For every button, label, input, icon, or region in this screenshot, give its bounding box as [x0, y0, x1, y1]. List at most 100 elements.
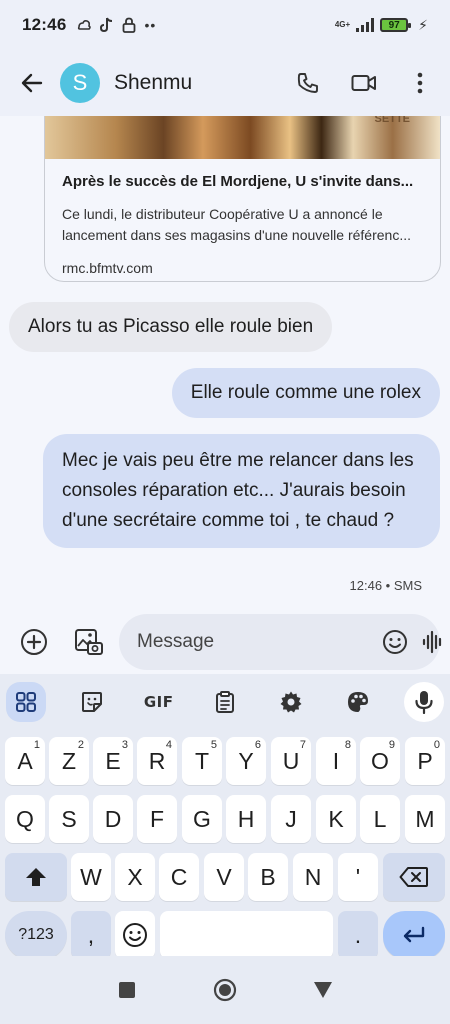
key-i[interactable]: I8 [316, 737, 356, 785]
message-bubble-outgoing[interactable]: Mec je vais peu être me relancer dans le… [43, 434, 440, 548]
keyboard-row-4: ?123 , . [0, 901, 450, 959]
key-c[interactable]: C [159, 853, 199, 901]
video-call-button[interactable] [348, 67, 380, 99]
call-button[interactable] [292, 67, 324, 99]
key-z[interactable]: Z2 [49, 737, 89, 785]
link-preview-card[interactable]: SETTE Après le succès de El Mordjene, U … [44, 116, 441, 282]
gallery-button[interactable] [71, 624, 107, 660]
voice-input-button[interactable] [403, 682, 444, 722]
period-key[interactable]: . [338, 911, 378, 959]
emoji-button[interactable] [382, 627, 408, 657]
battery-level: 97 [388, 19, 400, 31]
keyboard-row-3: W X C V B N ' [0, 844, 450, 901]
tiktok-icon [100, 17, 113, 33]
key-r[interactable]: R4 [137, 737, 177, 785]
lock-icon [123, 17, 136, 33]
add-circle-icon [21, 629, 47, 655]
keyboard-toolbar: GIF [0, 674, 450, 730]
key-n[interactable]: N [293, 853, 333, 901]
settings-button[interactable] [271, 682, 311, 722]
key-f[interactable]: F [137, 795, 177, 843]
waveform-icon [422, 630, 442, 654]
weather-icon [78, 19, 92, 30]
emoji-icon [383, 630, 407, 654]
key-s[interactable]: S [49, 795, 89, 843]
key-q[interactable]: Q [5, 795, 45, 843]
gif-button[interactable]: GIF [139, 682, 179, 722]
contact-name[interactable]: Shenmu [114, 71, 192, 95]
key-t[interactable]: T5 [182, 737, 222, 785]
status-time: 12:46 [22, 15, 67, 34]
key-w[interactable]: W [71, 853, 111, 901]
sticker-button[interactable] [72, 682, 112, 722]
keyboard-row-1: A1 Z2 E3 R4 T5 Y6 U7 I8 O9 P0 [0, 730, 450, 787]
recents-button[interactable] [113, 976, 141, 1004]
key-o[interactable]: O9 [360, 737, 400, 785]
key-apostrophe[interactable]: ' [338, 853, 378, 901]
space-key[interactable] [160, 911, 333, 959]
theme-button[interactable] [338, 682, 378, 722]
key-b[interactable]: B [248, 853, 288, 901]
microphone-icon [415, 691, 433, 714]
key-l[interactable]: L [360, 795, 400, 843]
video-camera-icon [351, 75, 376, 91]
system-navigation-bar [0, 956, 450, 1024]
back-arrow-icon [21, 73, 43, 93]
backspace-key[interactable] [383, 853, 445, 901]
back-triangle-icon [314, 982, 332, 998]
message-list[interactable]: SETTE Après le succès de El Mordjene, U … [0, 116, 450, 610]
key-v[interactable]: V [204, 853, 244, 901]
message-bubble-outgoing[interactable]: Elle roule comme une rolex [171, 368, 440, 418]
add-attachment-button[interactable] [16, 624, 52, 660]
apps-grid-icon [16, 692, 36, 712]
network-type-label: 4G+ [334, 20, 351, 29]
link-preview-description: Ce lundi, le distributeur Coopérative U … [62, 206, 411, 243]
key-x[interactable]: X [115, 853, 155, 901]
emoji-key[interactable] [115, 911, 155, 959]
palette-icon [347, 692, 368, 712]
more-vert-icon [417, 72, 423, 94]
key-e[interactable]: E3 [93, 737, 133, 785]
symbols-key[interactable]: ?123 [5, 911, 67, 959]
contact-avatar[interactable]: S [60, 63, 100, 103]
message-bubble-incoming[interactable]: Alors tu as Picasso elle roule bien [9, 302, 333, 352]
key-h[interactable]: H [226, 795, 266, 843]
shift-key[interactable] [5, 853, 67, 901]
soft-keyboard: GIF A1 Z2 E3 R4 T5 Y6 U7 I8 O9 P0 Q S D … [0, 674, 450, 959]
apps-grid-button[interactable] [6, 682, 46, 722]
more-notifications-icon: •• [144, 17, 157, 33]
key-m[interactable]: M [405, 795, 445, 843]
clipboard-icon [215, 691, 234, 713]
link-preview-domain: rmc.bfmtv.com [62, 260, 153, 276]
back-button[interactable] [14, 65, 50, 101]
key-u[interactable]: U7 [271, 737, 311, 785]
keyboard-row-2: Q S D F G H J K L M [0, 787, 450, 844]
conversation-header: S Shenmu [0, 50, 450, 116]
comma-key[interactable]: , [71, 911, 111, 959]
key-d[interactable]: D [93, 795, 133, 843]
key-y[interactable]: Y6 [226, 737, 266, 785]
key-k[interactable]: K [316, 795, 356, 843]
phone-icon [297, 73, 318, 93]
key-j[interactable]: J [271, 795, 311, 843]
message-timestamp: 12:46 • SMS [349, 578, 422, 593]
status-notification-icons: •• [76, 17, 156, 33]
home-button[interactable] [211, 976, 239, 1004]
key-a[interactable]: A1 [5, 737, 45, 785]
message-input-container [119, 614, 442, 670]
signal-icon [356, 18, 375, 32]
shift-icon [26, 868, 46, 886]
key-p[interactable]: P0 [405, 737, 445, 785]
clipboard-button[interactable] [205, 682, 245, 722]
backspace-icon [399, 867, 428, 887]
more-options-button[interactable] [404, 67, 436, 99]
enter-key[interactable] [383, 911, 445, 959]
message-input[interactable] [137, 631, 382, 653]
system-back-button[interactable] [309, 976, 337, 1004]
message-composer [0, 610, 450, 674]
gif-label: GIF [143, 693, 174, 711]
voice-message-button[interactable] [422, 627, 444, 657]
key-g[interactable]: G [182, 795, 222, 843]
status-system-icons: 4G+ 97 ⚡ [335, 17, 428, 34]
battery-icon: 97 [380, 18, 412, 32]
